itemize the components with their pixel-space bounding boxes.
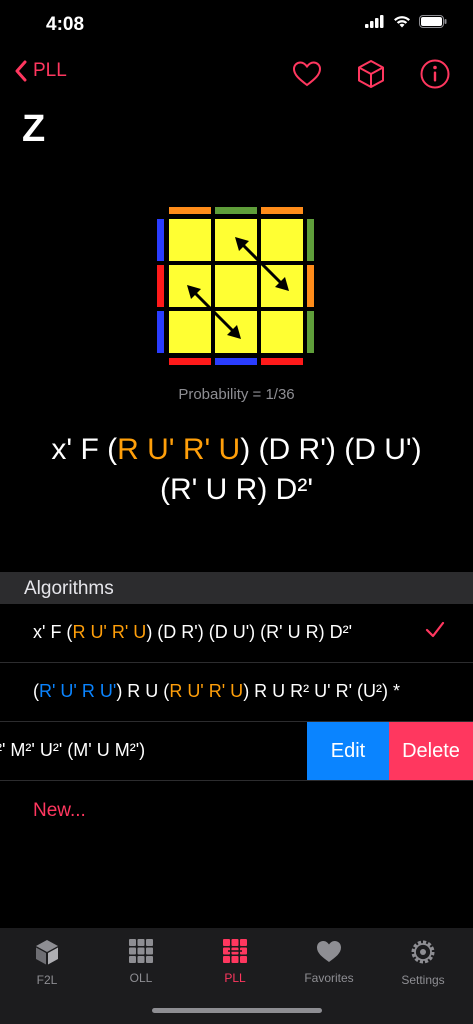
tab-label: F2L	[36, 973, 58, 987]
algorithm-row[interactable]: x' F (R U' R' U) (D R') (D U') (R' U R) …	[0, 604, 473, 663]
algorithm-row-swiped[interactable]: ²' M²' U²' (M' U M²') Edit Delete	[0, 722, 473, 781]
algorithm-segment: R U' R' U	[169, 681, 244, 701]
edge-sticker	[157, 219, 164, 261]
edge-sticker	[307, 311, 314, 353]
algorithm-segment: ) R U (	[116, 681, 170, 701]
edit-button[interactable]: Edit	[307, 722, 389, 780]
algorithm-segment: ) R U R² U' R' (U²) *	[243, 681, 401, 701]
new-algorithm-button[interactable]: New...	[33, 800, 86, 822]
edge-sticker	[215, 207, 257, 214]
tab-label: Favorites	[304, 971, 354, 985]
status-bar: 4:08	[0, 0, 473, 50]
wifi-icon	[394, 16, 410, 28]
algorithm-segment: ) (D R') (D U')	[240, 433, 422, 466]
back-label: PLL	[33, 60, 67, 81]
edge-sticker	[215, 358, 257, 365]
edge-sticker	[307, 265, 314, 307]
chevron-left-icon	[15, 60, 27, 82]
edge-sticker	[261, 207, 303, 214]
back-button[interactable]: PLL	[14, 60, 67, 82]
tab-oll[interactable]: OLL	[94, 928, 188, 998]
info-icon[interactable]	[419, 58, 451, 90]
algorithm-segment: ²' M²' U²' (M' U M²')	[0, 740, 146, 760]
gear-icon	[411, 940, 435, 964]
page-title: Z	[22, 108, 46, 150]
edge-sticker	[157, 311, 164, 353]
algorithm-text: ²' M²' U²' (M' U M²')	[0, 740, 145, 761]
tab-label: OLL	[129, 971, 153, 985]
status-time: 4:08	[46, 14, 85, 35]
probability-label: Probability = 1/36	[178, 386, 295, 403]
delete-button[interactable]: Delete	[389, 722, 473, 780]
main-algorithm-line2: (R' U R) D²'	[159, 473, 314, 506]
algorithm-text: (R' U' R U') R U (R U' R' U) R U R² U' R…	[33, 681, 400, 702]
algorithm-segment: R U' R' U	[117, 433, 241, 466]
algorithm-segment: x' F (	[33, 622, 73, 642]
checkmark-icon	[425, 621, 445, 638]
heart-icon[interactable]	[291, 58, 323, 90]
status-icons	[365, 15, 447, 28]
algorithm-row[interactable]: (R' U' R U') R U (R U' R' U) R U R² U' R…	[0, 663, 473, 722]
heart-icon	[317, 941, 341, 962]
algorithm-segment: x' F (	[51, 433, 118, 466]
tab-label: PLL	[224, 971, 246, 985]
edge-sticker	[169, 207, 211, 214]
tab-pll[interactable]: PLL	[188, 928, 282, 998]
edge-sticker	[169, 358, 211, 365]
cube-icon	[36, 940, 58, 965]
pll-icon	[223, 939, 247, 963]
pll-cube-diagram	[157, 207, 314, 365]
edge-sticker	[261, 358, 303, 365]
tab-settings[interactable]: Settings	[376, 928, 470, 998]
battery-icon	[419, 15, 447, 28]
edge-sticker	[157, 265, 164, 307]
signal-icon	[365, 15, 384, 28]
algorithm-segment: R U' R' U	[72, 622, 147, 642]
algorithms-section-header: Algorithms	[0, 572, 473, 604]
algorithm-segment: ) (D R') (D U') (R' U R) D²'	[146, 622, 353, 642]
algorithm-text: x' F (R U' R' U) (D R') (D U') (R' U R) …	[33, 622, 352, 643]
tab-favorites[interactable]: Favorites	[282, 928, 376, 998]
main-algorithm: x' F (R U' R' U) (D R') (D U') (R' U R) …	[0, 430, 473, 510]
grid-icon	[129, 939, 153, 963]
edge-sticker	[307, 219, 314, 261]
algorithm-segment: R' U' R U'	[39, 681, 117, 701]
tab-label: Settings	[401, 973, 445, 987]
home-indicator[interactable]	[152, 1008, 322, 1013]
main-algorithm-line1: x' F (R U' R' U) (D R') (D U')	[0, 430, 473, 470]
tab-f2l[interactable]: F2L	[0, 928, 94, 998]
cube-3d-icon[interactable]	[355, 58, 387, 90]
section-header-label: Algorithms	[24, 578, 114, 599]
